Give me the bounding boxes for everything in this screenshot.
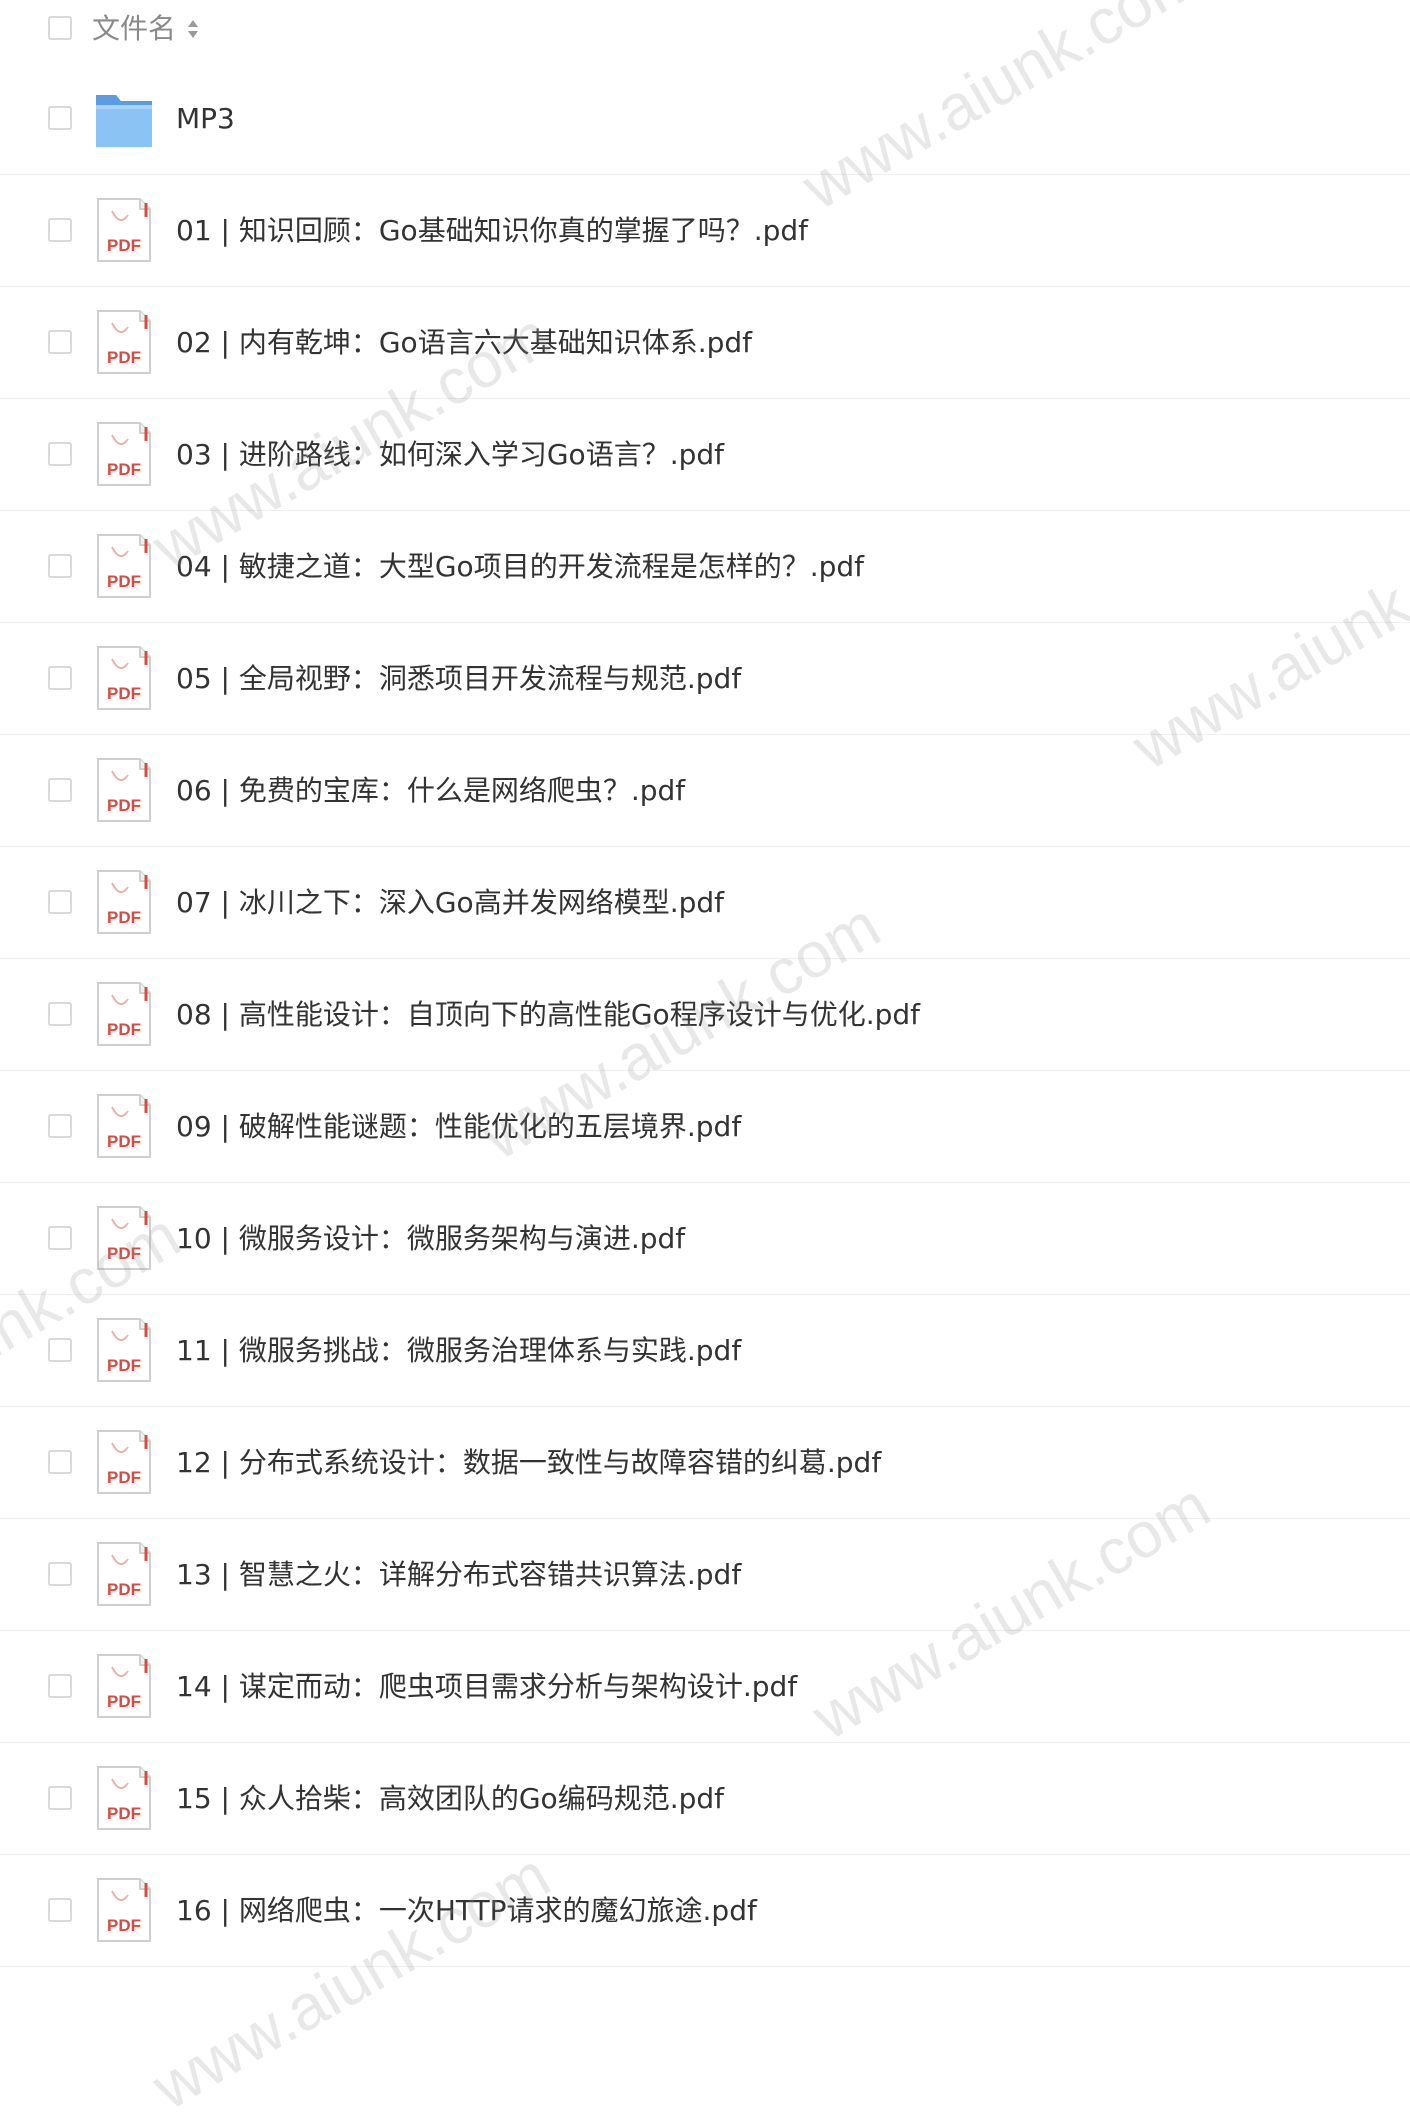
pdf-icon: PDF [97, 310, 151, 374]
pdf-icon: PDF [97, 422, 151, 486]
svg-text:PDF: PDF [107, 796, 141, 815]
svg-text:PDF: PDF [107, 1804, 141, 1823]
file-name[interactable]: 12 | 分布式系统设计：数据一致性与故障容错的纠葛.pdf [176, 1443, 881, 1483]
row-checkbox[interactable] [48, 1114, 72, 1138]
file-row-pdf[interactable]: PDF 03 | 进阶路线：如何深入学习Go语言？.pdf [0, 399, 1410, 511]
file-row-pdf[interactable]: PDF 16 | 网络爬虫：一次HTTP请求的魔幻旅途.pdf [0, 1855, 1410, 1967]
row-checkbox[interactable] [48, 218, 72, 242]
file-row-pdf[interactable]: PDF 11 | 微服务挑战：微服务治理体系与实践.pdf [0, 1295, 1410, 1407]
pdf-icon: PDF [97, 1206, 151, 1270]
file-name[interactable]: 13 | 智慧之火：详解分布式容错共识算法.pdf [176, 1555, 741, 1595]
file-row-pdf[interactable]: PDF 04 | 敏捷之道：大型Go项目的开发流程是怎样的？.pdf [0, 511, 1410, 623]
file-name[interactable]: 06 | 免费的宝库：什么是网络爬虫？.pdf [176, 771, 685, 811]
name-column-header[interactable]: 文件名 [92, 11, 176, 47]
svg-text:PDF: PDF [107, 236, 141, 255]
file-row-pdf[interactable]: PDF 01 | 知识回顾：Go基础知识你真的掌握了吗？.pdf [0, 175, 1410, 287]
row-checkbox[interactable] [48, 1786, 72, 1810]
file-name[interactable]: 16 | 网络爬虫：一次HTTP请求的魔幻旅途.pdf [176, 1891, 757, 1931]
row-checkbox[interactable] [48, 1450, 72, 1474]
file-name[interactable]: 10 | 微服务设计：微服务架构与演进.pdf [176, 1219, 685, 1259]
file-row-pdf[interactable]: PDF 06 | 免费的宝库：什么是网络爬虫？.pdf [0, 735, 1410, 847]
pdf-icon: PDF [97, 198, 151, 262]
pdf-icon: PDF [97, 1878, 151, 1942]
file-row-folder[interactable]: MP3 [0, 63, 1410, 175]
svg-text:PDF: PDF [107, 1916, 141, 1935]
file-row-pdf[interactable]: PDF 07 | 冰川之下：深入Go高并发网络模型.pdf [0, 847, 1410, 959]
file-name[interactable]: 01 | 知识回顾：Go基础知识你真的掌握了吗？.pdf [176, 211, 808, 251]
file-list: MP3 PDF 01 | 知识回顾：Go基础知识你真的掌握了吗？.pdf PDF… [0, 63, 1410, 1967]
row-checkbox[interactable] [48, 106, 72, 130]
file-name[interactable]: 14 | 谋定而动：爬虫项目需求分析与架构设计.pdf [176, 1667, 797, 1707]
pdf-icon: PDF [97, 1542, 151, 1606]
sort-icon[interactable] [186, 17, 200, 41]
file-row-pdf[interactable]: PDF 08 | 高性能设计：自顶向下的高性能Go程序设计与优化.pdf [0, 959, 1410, 1071]
svg-text:PDF: PDF [107, 348, 141, 367]
row-checkbox[interactable] [48, 666, 72, 690]
file-row-pdf[interactable]: PDF 02 | 内有乾坤：Go语言六大基础知识体系.pdf [0, 287, 1410, 399]
pdf-icon: PDF [97, 982, 151, 1046]
svg-text:PDF: PDF [107, 1692, 141, 1711]
pdf-icon: PDF [97, 1094, 151, 1158]
row-checkbox[interactable] [48, 1898, 72, 1922]
file-name[interactable]: 03 | 进阶路线：如何深入学习Go语言？.pdf [176, 435, 724, 475]
row-checkbox[interactable] [48, 890, 72, 914]
pdf-icon: PDF [97, 1430, 151, 1494]
svg-text:PDF: PDF [107, 460, 141, 479]
svg-text:PDF: PDF [107, 1468, 141, 1487]
pdf-icon: PDF [97, 870, 151, 934]
row-checkbox[interactable] [48, 778, 72, 802]
file-name[interactable]: MP3 [176, 99, 235, 139]
row-checkbox[interactable] [48, 1562, 72, 1586]
file-row-pdf[interactable]: PDF 12 | 分布式系统设计：数据一致性与故障容错的纠葛.pdf [0, 1407, 1410, 1519]
list-header: 文件名 [0, 0, 1410, 58]
file-row-pdf[interactable]: PDF 09 | 破解性能谜题：性能优化的五层境界.pdf [0, 1071, 1410, 1183]
file-row-pdf[interactable]: PDF 14 | 谋定而动：爬虫项目需求分析与架构设计.pdf [0, 1631, 1410, 1743]
file-name[interactable]: 05 | 全局视野：洞悉项目开发流程与规范.pdf [176, 659, 741, 699]
row-checkbox[interactable] [48, 442, 72, 466]
file-name[interactable]: 04 | 敏捷之道：大型Go项目的开发流程是怎样的？.pdf [176, 547, 864, 587]
pdf-icon: PDF [97, 758, 151, 822]
file-row-pdf[interactable]: PDF 10 | 微服务设计：微服务架构与演进.pdf [0, 1183, 1410, 1295]
pdf-icon: PDF [97, 1654, 151, 1718]
pdf-icon: PDF [97, 1766, 151, 1830]
file-row-pdf[interactable]: PDF 15 | 众人拾柴：高效团队的Go编码规范.pdf [0, 1743, 1410, 1855]
row-checkbox[interactable] [48, 1002, 72, 1026]
row-checkbox[interactable] [48, 1338, 72, 1362]
file-row-pdf[interactable]: PDF 13 | 智慧之火：详解分布式容错共识算法.pdf [0, 1519, 1410, 1631]
svg-text:PDF: PDF [107, 1244, 141, 1263]
svg-text:PDF: PDF [107, 684, 141, 703]
row-checkbox[interactable] [48, 1674, 72, 1698]
file-name[interactable]: 11 | 微服务挑战：微服务治理体系与实践.pdf [176, 1331, 741, 1371]
svg-text:PDF: PDF [107, 1356, 141, 1375]
file-name[interactable]: 07 | 冰川之下：深入Go高并发网络模型.pdf [176, 883, 724, 923]
svg-text:PDF: PDF [107, 572, 141, 591]
row-checkbox[interactable] [48, 554, 72, 578]
file-name[interactable]: 08 | 高性能设计：自顶向下的高性能Go程序设计与优化.pdf [176, 995, 920, 1035]
file-name[interactable]: 09 | 破解性能谜题：性能优化的五层境界.pdf [176, 1107, 741, 1147]
row-checkbox[interactable] [48, 330, 72, 354]
file-row-pdf[interactable]: PDF 05 | 全局视野：洞悉项目开发流程与规范.pdf [0, 623, 1410, 735]
pdf-icon: PDF [97, 534, 151, 598]
svg-text:PDF: PDF [107, 1132, 141, 1151]
file-name[interactable]: 15 | 众人拾柴：高效团队的Go编码规范.pdf [176, 1779, 724, 1819]
row-checkbox[interactable] [48, 1226, 72, 1250]
svg-text:PDF: PDF [107, 1580, 141, 1599]
select-all-checkbox[interactable] [48, 16, 72, 40]
svg-text:PDF: PDF [107, 908, 141, 927]
pdf-icon: PDF [97, 1318, 151, 1382]
file-name[interactable]: 02 | 内有乾坤：Go语言六大基础知识体系.pdf [176, 323, 752, 363]
pdf-icon: PDF [97, 646, 151, 710]
svg-text:PDF: PDF [107, 1020, 141, 1039]
folder-icon [96, 95, 152, 147]
